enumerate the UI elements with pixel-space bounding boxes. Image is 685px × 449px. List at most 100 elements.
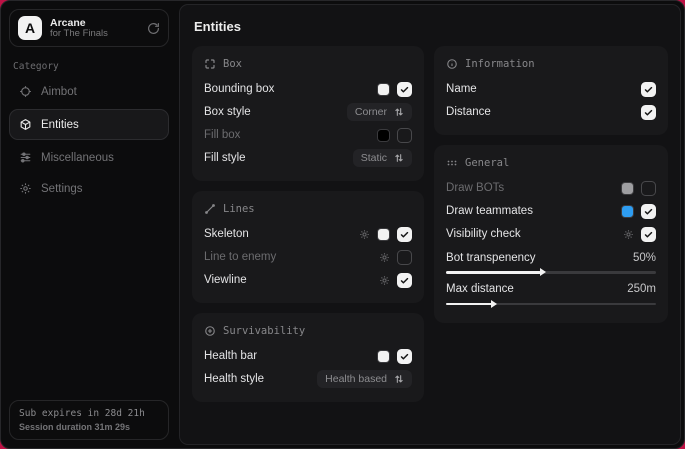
box-corners-icon (204, 58, 216, 70)
app-subtitle: for The Finals (50, 29, 139, 40)
setting-row-fill-box: Fill box (204, 124, 412, 146)
checkbox-health-bar[interactable] (397, 349, 412, 364)
row-label: Viewline (204, 274, 372, 286)
setting-row-visibility-check: Visibility check (446, 223, 656, 245)
brand-header: A Arcane for The Finals (9, 9, 169, 47)
slider-group-bot-transpenency: Bot transpenency50% (446, 248, 656, 274)
dropdown-fill-style[interactable]: Static (353, 149, 412, 167)
row-label: Distance (446, 106, 634, 118)
row-label: Skeleton (204, 228, 352, 240)
right-column: InformationNameDistanceGeneralDraw BOTsD… (434, 46, 668, 323)
setting-row-viewline: Viewline (204, 269, 412, 291)
color-swatch[interactable] (377, 83, 390, 96)
setting-row-health-bar: Health bar (204, 345, 412, 367)
setting-row-draw-bots: Draw BOTs (446, 177, 656, 199)
card-header-survivability: Survivability (204, 325, 412, 337)
card-lines: Lines Skeleton Line to enemy Viewline (192, 191, 424, 303)
subscription-box: Sub expires in 28d 21h Session duration … (9, 400, 169, 440)
row-gear-icon[interactable] (623, 229, 634, 240)
row-label: Draw teammates (446, 205, 614, 217)
checkbox-fill-box[interactable] (397, 128, 412, 143)
setting-row-health-style: Health styleHealth based (204, 368, 412, 390)
app-window: A Arcane for The Finals Category Aimbot E… (0, 0, 685, 449)
checkbox-draw-bots[interactable] (641, 181, 656, 196)
setting-row-draw-teammates: Draw teammates (446, 200, 656, 222)
row-label: Box style (204, 106, 340, 118)
sidebar-nav: Aimbot Entities Miscellaneous Settings (9, 78, 169, 206)
color-swatch[interactable] (377, 129, 390, 142)
sidebar-item-label: Aimbot (41, 86, 77, 98)
setting-row-line-to-enemy: Line to enemy (204, 246, 412, 268)
row-label: Health bar (204, 350, 370, 362)
sidebar-item-settings[interactable]: Settings (9, 175, 169, 202)
card-title: Information (465, 58, 535, 70)
card-header-lines: Lines (204, 203, 412, 215)
setting-row-box-style: Box style Corner (204, 101, 412, 123)
checkbox-line-to-enemy[interactable] (397, 250, 412, 265)
main-panel: Entities BoxBounding boxBox styleCornerF… (179, 4, 681, 445)
updown-icon (394, 107, 404, 117)
row-label: Name (446, 83, 634, 95)
card-general: GeneralDraw BOTsDraw teammatesVisibility… (434, 145, 668, 323)
dropdown-box-style[interactable]: Corner (347, 103, 412, 121)
row-label: Visibility check (446, 228, 616, 240)
checkbox-skeleton[interactable] (397, 227, 412, 242)
row-label: Line to enemy (204, 251, 372, 263)
health-icon (204, 325, 216, 337)
slider-track[interactable] (446, 271, 656, 274)
card-title: Box (223, 58, 242, 70)
checkbox-viewline[interactable] (397, 273, 412, 288)
dropdown-value: Corner (355, 106, 387, 118)
card-box: BoxBounding boxBox styleCornerFill boxFi… (192, 46, 424, 181)
sliders-icon (19, 151, 32, 164)
app-title: Arcane (50, 17, 139, 29)
setting-row-bounding-box: Bounding box (204, 78, 412, 100)
line-icon (204, 203, 216, 215)
card-header-box: Box (204, 58, 412, 70)
card-header-information: Information (446, 58, 656, 70)
category-label: Category (13, 61, 165, 72)
slider-value: 250m (627, 283, 656, 295)
color-swatch[interactable] (377, 228, 390, 241)
slider-track[interactable] (446, 303, 656, 306)
checkbox-name[interactable] (641, 82, 656, 97)
refresh-icon[interactable] (147, 22, 160, 35)
card-columns: BoxBounding boxBox styleCornerFill boxFi… (192, 46, 668, 402)
sidebar-item-label: Entities (41, 119, 79, 131)
dropdown-value: Health based (325, 373, 387, 385)
sidebar-item-miscellaneous[interactable]: Miscellaneous (9, 144, 169, 171)
row-gear-icon[interactable] (379, 252, 390, 263)
row-gear-icon[interactable] (379, 275, 390, 286)
checkbox-distance[interactable] (641, 105, 656, 120)
row-gear-icon[interactable] (359, 229, 370, 240)
gear-icon (19, 182, 32, 195)
setting-row-name: Name (446, 78, 656, 100)
card-title: Survivability (223, 325, 305, 337)
color-swatch[interactable] (377, 350, 390, 363)
information-icon (446, 58, 458, 70)
slider-group-max-distance: Max distance250m (446, 280, 656, 306)
row-label: Max distance (446, 283, 627, 295)
dropdown-health-style[interactable]: Health based (317, 370, 412, 388)
sidebar-item-entities[interactable]: Entities (9, 109, 169, 140)
card-title: Lines (223, 203, 255, 215)
sidebar-item-label: Miscellaneous (41, 152, 114, 164)
checkbox-draw-teammates[interactable] (641, 204, 656, 219)
checkbox-visibility-check[interactable] (641, 227, 656, 242)
row-label: Draw BOTs (446, 182, 614, 194)
updown-icon (394, 153, 404, 163)
color-swatch[interactable] (621, 182, 634, 195)
brand-text: Arcane for The Finals (50, 17, 139, 40)
sidebar-item-aimbot[interactable]: Aimbot (9, 78, 169, 105)
row-label: Bot transpenency (446, 252, 633, 264)
setting-row-distance: Distance (446, 101, 656, 123)
row-label: Fill style (204, 152, 346, 164)
app-logo: A (18, 16, 42, 40)
color-swatch[interactable] (621, 205, 634, 218)
card-survivability: Survivability Health bar Health styleHealt… (192, 313, 424, 402)
entities-icon (19, 118, 32, 131)
dropdown-value: Static (361, 152, 387, 164)
slider-value: 50% (633, 252, 656, 264)
setting-row-fill-style: Fill style Static (204, 147, 412, 169)
checkbox-bounding-box[interactable] (397, 82, 412, 97)
